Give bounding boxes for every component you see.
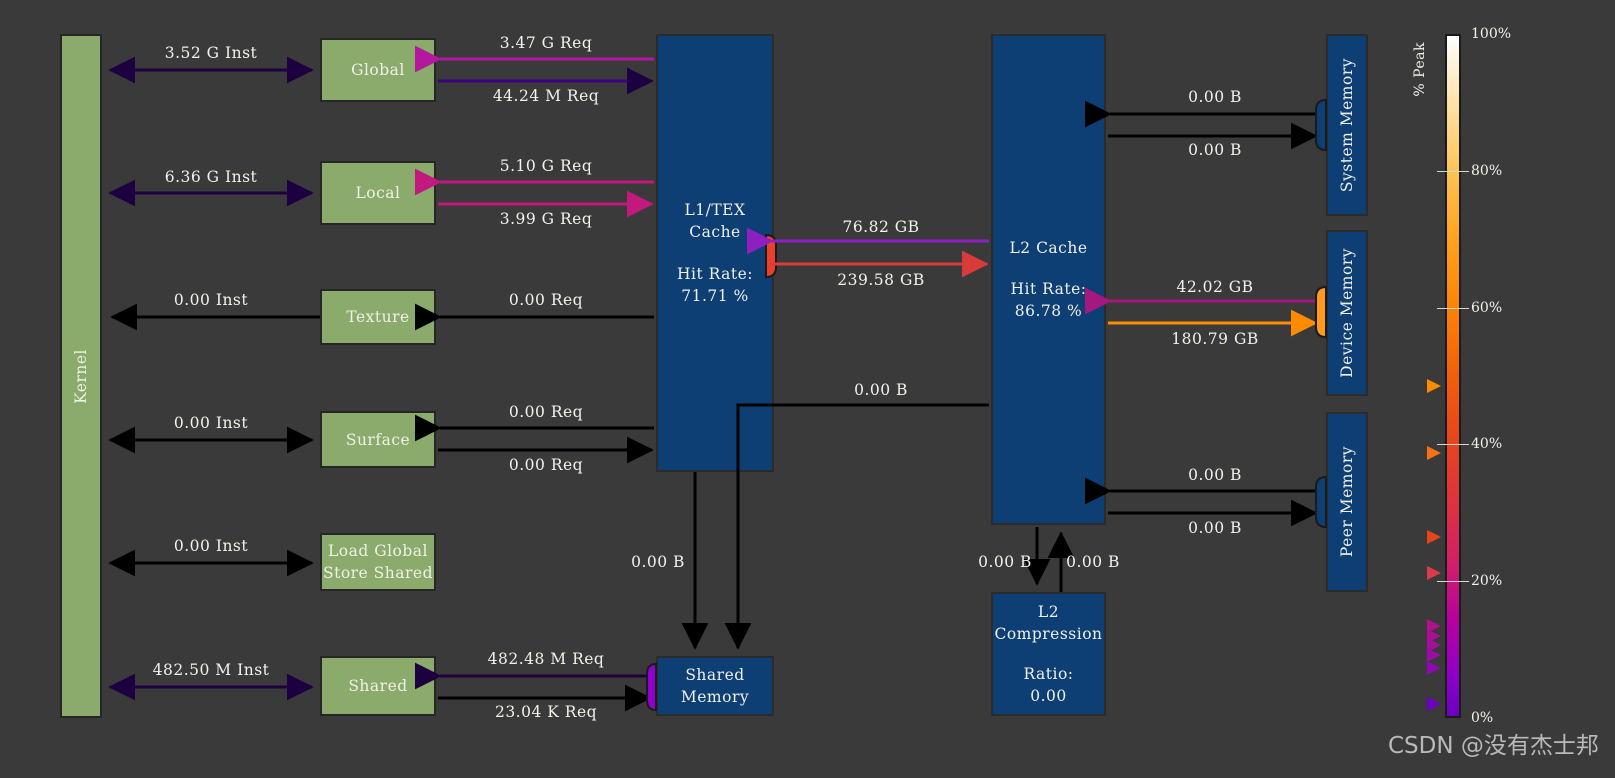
unit-surface-label: Surface: [345, 430, 411, 449]
colorbar-tick: [1437, 307, 1469, 309]
unit-shared[interactable]: Shared: [320, 656, 436, 716]
l2-metric-label: Hit Rate:: [1010, 280, 1087, 299]
l2-title-line1: L2 Cache: [1009, 238, 1088, 257]
unit-local[interactable]: Local: [320, 161, 436, 225]
unit-load-global-store-shared[interactable]: Load Global Store Shared: [320, 533, 436, 591]
label-l2-devmem-write: 180.79 GB: [1171, 330, 1259, 348]
system-memory-label: System Memory: [1338, 57, 1356, 193]
lgss-label-line2: Store Shared: [322, 564, 434, 582]
l2-metric-value: 86.78 %: [1014, 302, 1083, 321]
system-memory-left-edge-marker: [1315, 98, 1327, 152]
label-global-l1-write: 44.24 M Req: [492, 87, 600, 105]
l1tex-metric-label: Hit Rate:: [676, 264, 754, 283]
l2comp-title-line2: Compression: [994, 625, 1103, 644]
colorbar-value-marker: [1427, 697, 1441, 712]
label-l1-l2-write: 239.58 GB: [837, 271, 925, 289]
label-l2-comp-down: 0.00 B: [978, 553, 1032, 571]
label-l2-peermem-write: 0.00 B: [1188, 519, 1242, 537]
label-surface-l1-read: 0.00 Req: [508, 403, 584, 421]
label-global-l1-read: 3.47 G Req: [499, 34, 593, 52]
unit-surface[interactable]: Surface: [320, 411, 436, 468]
label-l1-sharedmem: 0.00 B: [631, 553, 685, 571]
unit-kernel[interactable]: Kernel: [60, 34, 102, 718]
edge-l2-sharedmem-routed: [724, 403, 989, 650]
unit-peer-memory[interactable]: Peer Memory: [1326, 412, 1368, 592]
watermark: CSDN @没有杰士邦: [1388, 733, 1599, 759]
label-kernel-surface: 0.00 Inst: [173, 414, 249, 432]
label-shared-out: 23.04 K Req: [494, 703, 598, 721]
colorbar-tick-label: 0%: [1471, 710, 1494, 726]
colorbar-tick: [1437, 444, 1469, 446]
colorbar-value-marker: [1427, 661, 1441, 676]
colorbar-gradient: [1445, 34, 1461, 718]
l2comp-metric-value: 0.00: [1030, 686, 1067, 705]
unit-kernel-label: Kernel: [72, 348, 90, 404]
unit-global-label: Global: [351, 61, 405, 79]
unit-shared-memory[interactable]: Shared Memory: [656, 656, 774, 716]
colorbar-title: % Peak: [1412, 42, 1428, 97]
unit-l2-compression[interactable]: L2 Compression Ratio: 0.00: [991, 592, 1106, 716]
shared-memory-label-line1: Shared: [685, 666, 745, 684]
device-memory-label: Device Memory: [1338, 248, 1356, 378]
colorbar-value-marker: [1427, 565, 1441, 580]
shared-memory-left-edge-marker: [646, 662, 657, 712]
unit-global[interactable]: Global: [320, 38, 436, 102]
unit-shared-label: Shared: [348, 677, 408, 695]
colorbar-tick-label: 40%: [1471, 436, 1503, 453]
l1tex-title-line1: L1/TEX: [684, 201, 746, 220]
colorbar-tick: [1437, 581, 1469, 583]
label-l2-sysmem-read: 0.00 B: [1188, 88, 1242, 106]
label-kernel-lgss: 0.00 Inst: [173, 537, 249, 555]
unit-l2-cache[interactable]: L2 Cache Hit Rate: 86.78 %: [991, 34, 1106, 525]
label-l2-comp-up: 0.00 B: [1066, 553, 1120, 571]
label-texture-l1: 0.00 Req: [508, 291, 584, 309]
label-kernel-global: 3.52 G Inst: [164, 44, 258, 62]
label-l2-devmem-read: 42.02 GB: [1176, 278, 1254, 296]
unit-texture-label: Texture: [346, 308, 410, 326]
lgss-label-line1: Load Global: [327, 542, 428, 560]
unit-local-label: Local: [355, 184, 401, 202]
colorbar-value-marker: [1427, 530, 1441, 545]
label-l2-sysmem-write: 0.00 B: [1188, 141, 1242, 159]
label-l1-l2-read: 76.82 GB: [842, 218, 920, 236]
label-l2-peermem-read: 0.00 B: [1188, 466, 1242, 484]
l1tex-title-line2: Cache: [689, 223, 741, 242]
label-local-l1-read: 5.10 G Req: [499, 157, 593, 175]
l2comp-metric-label: Ratio:: [1023, 664, 1074, 683]
colorbar-tick-label: 100%: [1471, 26, 1512, 42]
label-local-l1-write: 3.99 G Req: [499, 210, 593, 228]
label-surface-l1-write: 0.00 Req: [508, 456, 584, 474]
colorbar-tick-label: 20%: [1471, 573, 1503, 590]
unit-texture[interactable]: Texture: [320, 289, 436, 345]
peer-memory-label: Peer Memory: [1338, 446, 1356, 558]
shared-memory-label-line2: Memory: [680, 688, 750, 706]
colorbar-tick: [1437, 170, 1469, 172]
label-kernel-local: 6.36 G Inst: [164, 168, 258, 186]
l2comp-title-line1: L2: [1037, 603, 1060, 622]
peer-memory-left-edge-marker: [1315, 475, 1327, 529]
colorbar-tick-label: 60%: [1471, 299, 1503, 316]
colorbar-value-marker: [1427, 445, 1441, 460]
label-shared-in: 482.48 M Req: [487, 650, 605, 668]
colorbar-tick-label: 80%: [1471, 162, 1503, 179]
unit-l1tex-cache[interactable]: L1/TEX Cache Hit Rate: 71.71 %: [656, 34, 774, 472]
unit-device-memory[interactable]: Device Memory: [1326, 230, 1368, 396]
l1tex-metric-value: 71.71 %: [681, 286, 749, 305]
label-kernel-texture: 0.00 Inst: [173, 291, 249, 309]
colorbar-value-marker: [1427, 379, 1441, 394]
label-l1-l2-direct: 0.00 B: [854, 381, 908, 399]
colorbar-value-marker: [1427, 648, 1441, 663]
memory-chart-canvas: Kernel Global Local Texture Surface Load…: [0, 0, 1615, 778]
device-memory-left-edge-marker: [1315, 285, 1327, 339]
unit-system-memory[interactable]: System Memory: [1326, 34, 1368, 216]
label-kernel-shared: 482.50 M Inst: [152, 661, 270, 679]
colorbar-legend: % Peak 100% 80% 60% 40% 20% 0%: [1400, 0, 1615, 778]
